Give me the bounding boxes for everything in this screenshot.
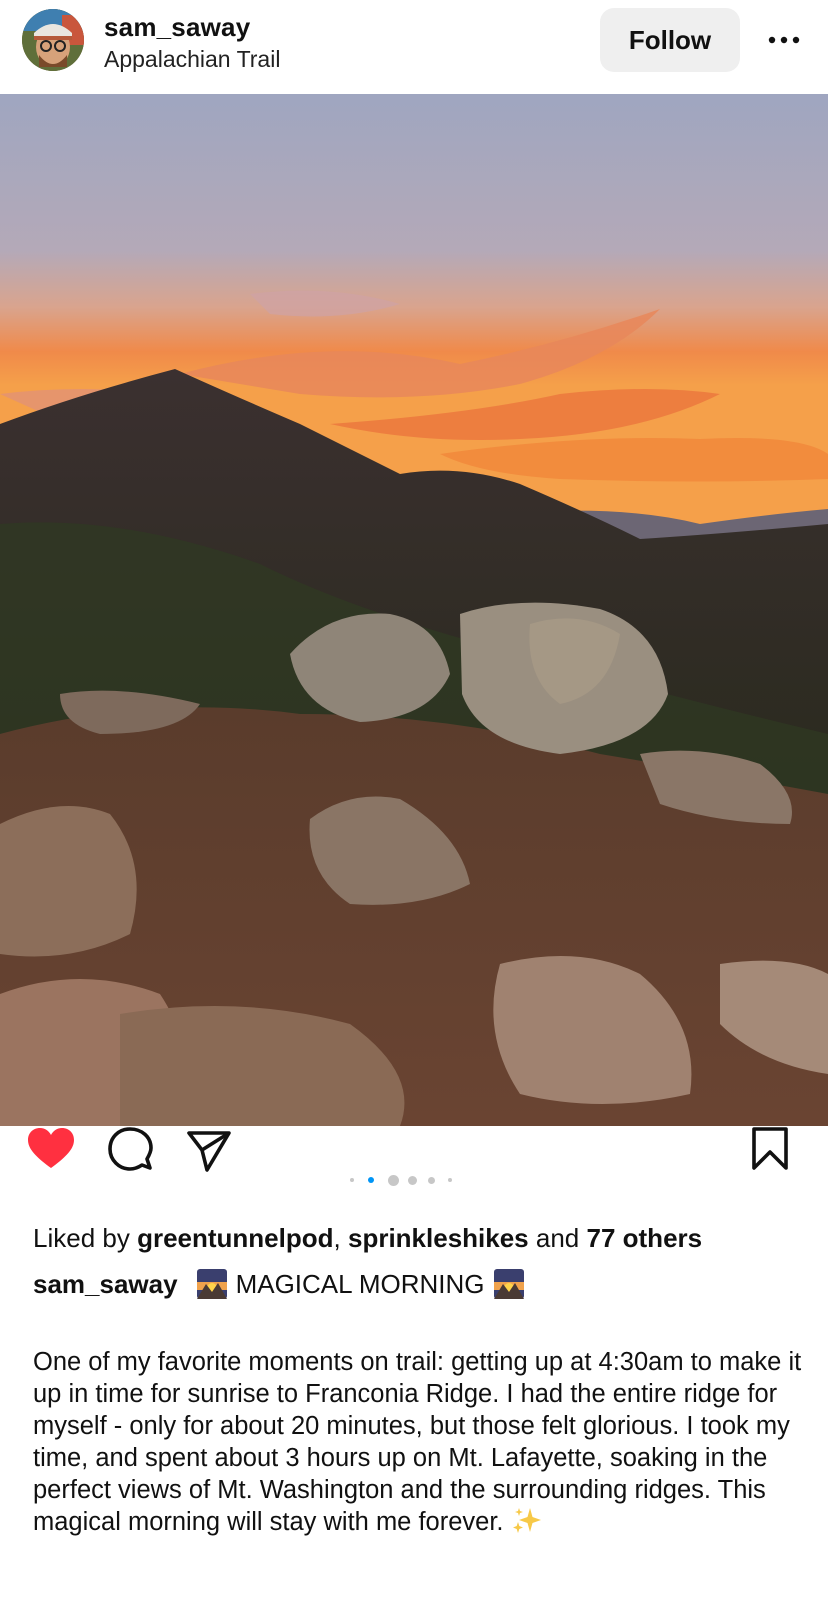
carousel-dot: [428, 1176, 435, 1184]
follow-button[interactable]: Follow: [600, 8, 740, 72]
caption-header: sam_saway MAGICAL MORNING: [33, 1268, 533, 1300]
username[interactable]: sam_saway: [104, 12, 250, 43]
caption-body: One of my favorite moments on trail: get…: [33, 1346, 813, 1538]
post-photo[interactable]: [0, 94, 828, 1126]
carousel-indicator: [350, 1173, 480, 1187]
likes-conjunction: and: [535, 1223, 580, 1253]
send-icon[interactable]: [185, 1128, 233, 1174]
caption-title: MAGICAL MORNING: [235, 1268, 485, 1299]
likes-separator: ,: [333, 1223, 341, 1253]
likes-prefix: Liked by: [33, 1223, 130, 1253]
location-tag[interactable]: Appalachian Trail: [104, 46, 280, 73]
carousel-dot: [368, 1177, 374, 1183]
liker-1[interactable]: greentunnelpod: [137, 1223, 333, 1253]
bookmark-icon[interactable]: [750, 1126, 790, 1172]
avatar[interactable]: [22, 9, 84, 71]
carousel-dot: [408, 1175, 417, 1185]
caption-text: One of my favorite moments on trail: get…: [33, 1348, 802, 1536]
action-bar: [0, 1126, 828, 1226]
sunrise-over-mountains-emoji-2: [493, 1268, 525, 1300]
likes-others[interactable]: 77 others: [587, 1223, 703, 1253]
post-header: sam_saway Appalachian Trail Follow: [0, 0, 828, 94]
carousel-dot: [388, 1174, 399, 1186]
heart-icon[interactable]: [26, 1126, 76, 1172]
avatar-image: [22, 9, 84, 71]
sunrise-over-mountains-emoji: [196, 1268, 228, 1300]
carousel-dot: [448, 1178, 452, 1182]
more-options-icon[interactable]: [762, 22, 806, 58]
caption-username[interactable]: sam_saway: [33, 1269, 178, 1300]
comment-icon[interactable]: [107, 1126, 153, 1172]
sparkles-emoji: [510, 1506, 544, 1536]
likes-summary[interactable]: Liked by greentunnelpod, sprinkleshikes …: [33, 1223, 702, 1254]
carousel-dot: [350, 1178, 354, 1182]
liker-2[interactable]: sprinkleshikes: [348, 1223, 529, 1253]
